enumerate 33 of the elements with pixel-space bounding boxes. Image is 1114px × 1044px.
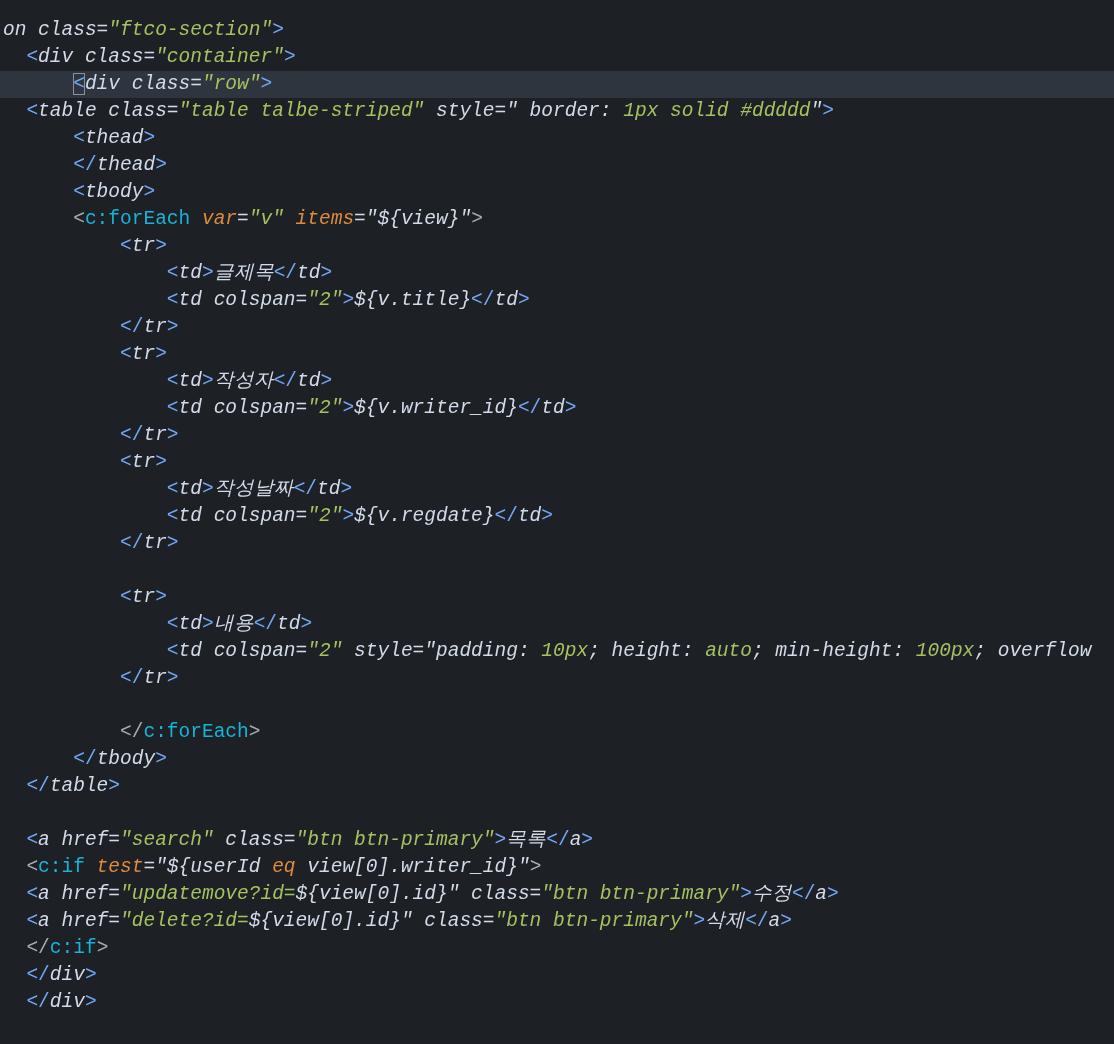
- code-line: </tr>: [119, 531, 180, 556]
- code-line: <tr>: [119, 450, 168, 475]
- code-line: <a href="updatemove?id=${view[0].id}" class="btn btn-primary">수정</a>: [25, 882, 840, 907]
- code-line: <td>작성자</td>: [165, 369, 334, 394]
- code-line: <a href="search" class="btn btn-primary">목록</a>: [25, 828, 595, 853]
- code-line: <c:if test="${userId eq view[0].writer_id}">: [25, 855, 543, 880]
- code-line: <tr>: [119, 585, 168, 610]
- code-line: <div class="container">: [25, 45, 297, 70]
- code-line: </tr>: [119, 315, 180, 340]
- code-line: </table>: [25, 774, 122, 799]
- code-line: <tbody>: [72, 180, 157, 205]
- code-line: <td>글제목</td>: [165, 261, 334, 286]
- code-line: <tr>: [119, 342, 168, 367]
- code-line: <td colspan="2">${v.writer_id}</td>: [165, 396, 578, 421]
- code-line: <a href="delete?id=${view[0].id}" class="btn btn-primary">삭제</a>: [25, 909, 793, 934]
- code-line: </tbody>: [72, 747, 168, 772]
- code-line: <td>내용</td>: [165, 612, 314, 637]
- code-line: </tr>: [119, 423, 180, 448]
- code-line: <td colspan="2">${v.title}</td>: [165, 288, 531, 313]
- code-line: </tr>: [119, 666, 180, 691]
- code-line: <td colspan="2">${v.regdate}</td>: [165, 504, 555, 529]
- code-line: </c:if>: [25, 936, 110, 961]
- code-line: <td colspan="2" style="padding: 10px; height: auto; min-height: 100px; overflow: [165, 639, 1093, 664]
- code-line: <c:forEach var="v" items="${view}">: [72, 207, 484, 232]
- code-line: </div>: [25, 990, 98, 1015]
- code-line: <td>작성날짜</td>: [165, 477, 354, 502]
- code-line: <tr>: [119, 234, 168, 259]
- code-line: <thead>: [72, 126, 157, 151]
- code-line: </div>: [25, 963, 98, 988]
- code-line: <table class="table talbe-striped" style=" border: 1px solid #ddddd">: [25, 99, 835, 124]
- code-line: </c:forEach>: [119, 720, 262, 745]
- code-line: on class="ftco-section">: [2, 18, 285, 43]
- code-line: </thead>: [72, 153, 168, 178]
